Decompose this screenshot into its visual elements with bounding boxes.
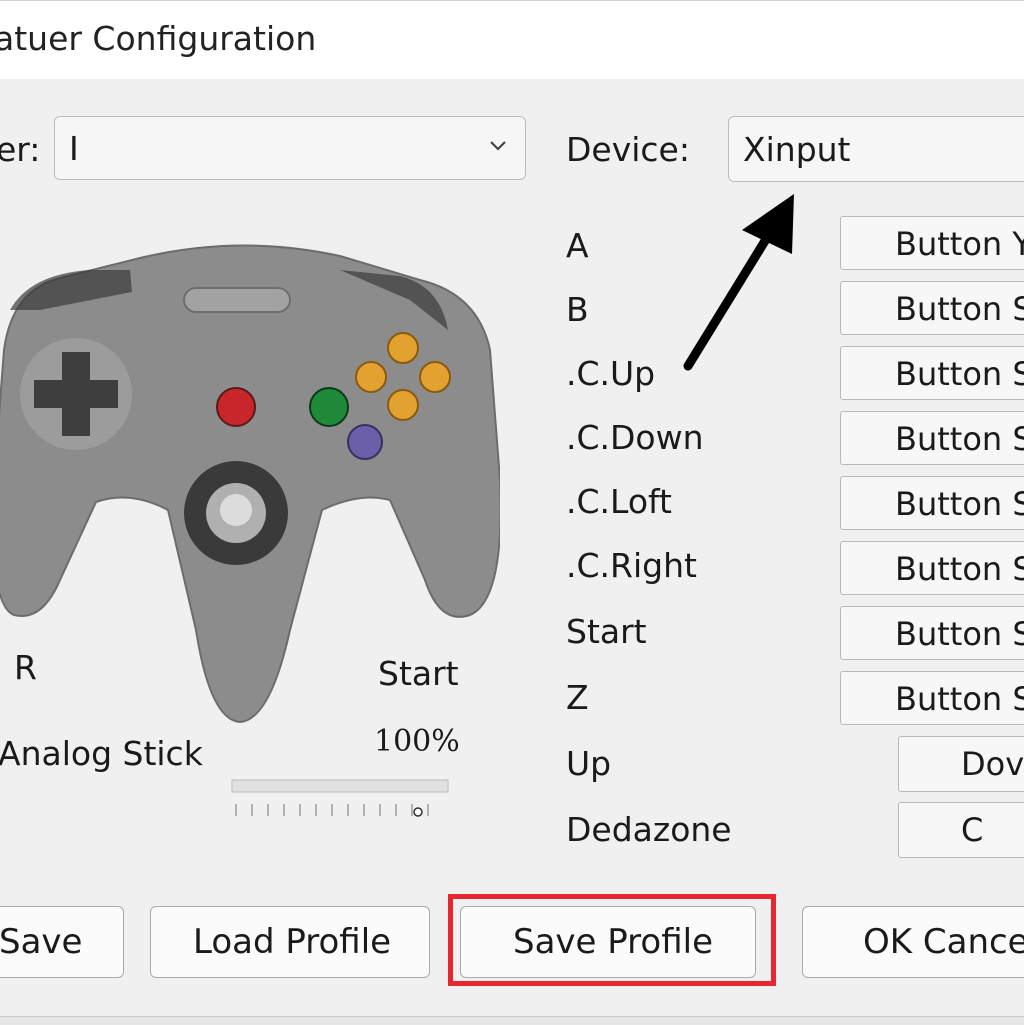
mapping-button-label: Button S (895, 290, 1024, 328)
mapping-button-label: Button S (895, 680, 1024, 718)
title-bar: atuer Configuration (0, 0, 1024, 79)
mapping-button-up[interactable]: Dov (898, 736, 1024, 792)
arrow-up-right-icon (683, 194, 794, 371)
mapping-label-up: Up (566, 744, 612, 783)
mapping-button-b[interactable]: Button S (840, 281, 1024, 335)
load-profile-button-label: Load Profile (193, 922, 392, 962)
mapping-label-a: A (566, 226, 589, 265)
mapping-button-label: Button Y (895, 225, 1024, 263)
mapping-button-a[interactable]: Button Y (840, 216, 1024, 270)
ok-cancel-button[interactable]: OK Cance (802, 906, 1024, 978)
analog-stick-label: Analog Stick (0, 734, 203, 773)
save-profile-button[interactable]: Save Profile (460, 906, 756, 978)
mapping-button-c-left[interactable]: Button S (840, 476, 1024, 530)
mapping-button-label: Button S (895, 355, 1024, 393)
mapping-label-c-left: .C.Loft (566, 482, 672, 521)
controller-start-label: Start (378, 654, 459, 693)
mapping-button-c-down[interactable]: Button S (840, 411, 1024, 465)
mapping-label-c-down: .C.Down (566, 418, 704, 457)
sensitivity-value: 100% (374, 724, 460, 759)
mapping-label-c-right: .C.Right (566, 546, 697, 585)
device-field[interactable]: Xinput (728, 116, 1024, 182)
chevron-down-icon (490, 141, 506, 151)
save-button[interactable]: Save (0, 906, 124, 978)
controller-r-label: R (14, 648, 37, 687)
window-title: atuer Configuration (0, 19, 317, 58)
mapping-label-deadzone: Dedazone (566, 810, 732, 849)
mapping-label-z: Z (566, 678, 589, 717)
mapping-button-label: C (961, 811, 984, 849)
save-profile-button-label: Save Profile (513, 922, 713, 962)
mapping-button-z[interactable]: Button S (840, 671, 1024, 725)
mapping-label-start: Start (566, 612, 647, 651)
player-select[interactable]: I (54, 116, 526, 180)
mapping-button-start[interactable]: Button S (840, 606, 1024, 660)
mapping-button-label: Button S (895, 550, 1024, 588)
mapping-label-c-up: .C.Up (566, 354, 656, 393)
mapping-label-b: B (566, 290, 589, 329)
ok-cancel-button-label: OK Cance (863, 922, 1024, 962)
mapping-button-label: Button S (895, 420, 1024, 458)
mapping-button-label: Dov (961, 745, 1024, 783)
load-profile-button[interactable]: Load Profile (150, 906, 430, 978)
player-label: er: (0, 130, 41, 169)
mapping-button-label: Button S (895, 615, 1024, 653)
device-label: Device: (566, 130, 690, 169)
sensitivity-slider[interactable] (230, 776, 450, 826)
mapping-button-label: Button S (895, 485, 1024, 523)
player-select-value: I (69, 129, 79, 168)
mapping-button-deadzone[interactable]: C (898, 802, 1024, 858)
device-field-value: Xinput (743, 130, 851, 169)
mapping-button-c-up[interactable]: Button S (840, 346, 1024, 400)
mapping-button-c-right[interactable]: Button S (840, 541, 1024, 595)
save-button-label: Save (0, 922, 83, 962)
